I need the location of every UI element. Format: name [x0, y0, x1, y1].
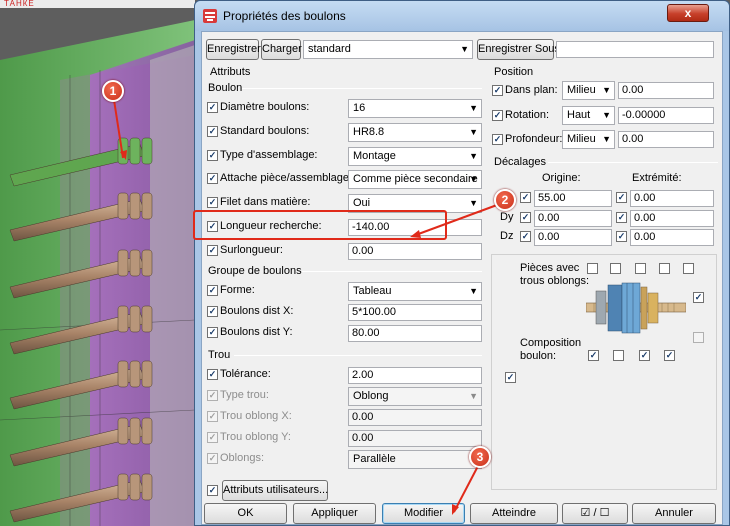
callout-badge-3: 3: [469, 446, 491, 468]
callout-badge-2: 2: [494, 189, 516, 211]
callout-arrows: [113, 99, 498, 515]
callout-badge-1: 1: [102, 80, 124, 102]
